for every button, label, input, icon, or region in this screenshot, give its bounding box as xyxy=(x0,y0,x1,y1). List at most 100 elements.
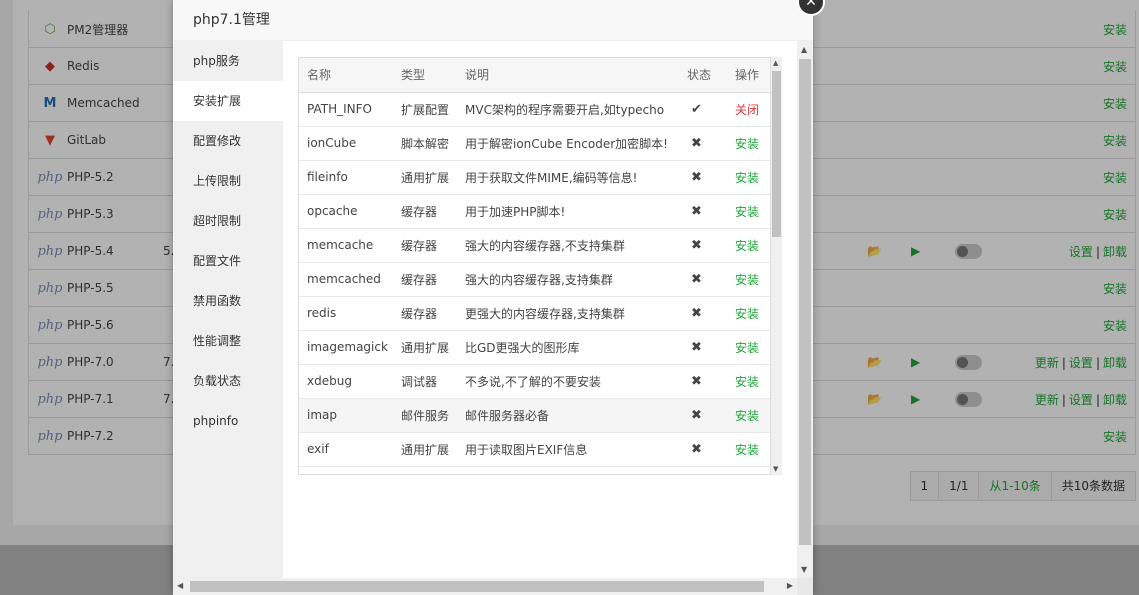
extension-description: 更强大的内容缓存器,支持集群 xyxy=(457,296,679,331)
extension-type: 通用扩展 xyxy=(393,160,457,195)
extension-description: 强大的内容缓存器,支持集群 xyxy=(457,262,679,297)
php-manager-modal: php7.1管理 php服务 安装扩展 配置修改 上传限制 超时限制 配置文件 禁用函数 性能… xyxy=(173,0,813,595)
table-row: imap 邮件服务 邮件服务器必备 ✖ 安装 xyxy=(299,398,770,433)
cross-icon: ✖ xyxy=(679,364,727,399)
modal-hscroll-thumb[interactable] xyxy=(190,581,764,592)
side-menu-item[interactable]: 配置文件 xyxy=(173,241,283,281)
extension-name: xdebug xyxy=(299,364,393,399)
column-header: 操作 xyxy=(727,58,770,93)
table-row: imagemagick 通用扩展 比GD更强大的图形库 ✖ 安装 xyxy=(299,330,770,365)
extension-description: 强大的内容缓存器,不支持集群 xyxy=(457,228,679,263)
scroll-left-arrow-icon[interactable]: ◀ xyxy=(177,581,183,590)
install-button[interactable]: 安装 xyxy=(727,126,770,161)
install-button[interactable]: 安装 xyxy=(727,432,770,467)
cross-icon: ✖ xyxy=(679,262,727,297)
extension-name: memcached xyxy=(299,262,393,297)
cross-icon: ✖ xyxy=(679,228,727,263)
side-menu-item[interactable]: 超时限制 xyxy=(173,201,283,241)
extension-type: 调试器 xyxy=(393,364,457,399)
cross-icon: ✖ xyxy=(679,330,727,365)
table-row: memcache 缓存器 强大的内容缓存器,不支持集群 ✖ 安装 xyxy=(299,228,770,263)
extension-description: 用于解密ionCube Encoder加密脚本! xyxy=(457,126,679,161)
extension-type: 脚本解密 xyxy=(393,126,457,161)
table-row: xdebug 调试器 不多说,不了解的不要安装 ✖ 安装 xyxy=(299,364,770,399)
modal-vertical-scrollbar[interactable]: ▲ ▼ xyxy=(797,41,813,578)
cross-icon: ✖ xyxy=(679,398,727,433)
install-button[interactable]: 安装 xyxy=(727,398,770,433)
column-header: 类型 xyxy=(393,58,457,93)
side-menu-item[interactable]: 上传限制 xyxy=(173,161,283,201)
install-button[interactable]: 安装 xyxy=(727,228,770,263)
extension-table: 名称 类型 说明 状态 操作 PATH_INFO 扩展配置 MVC架构的程序需要开启,如ty… xyxy=(299,58,770,467)
modal-title: php7.1管理 xyxy=(173,0,813,41)
modal-vscroll-thumb[interactable] xyxy=(799,59,811,545)
extension-description: 邮件服务器必备 xyxy=(457,398,679,433)
modal-side-menu: php服务 安装扩展 配置修改 上传限制 超时限制 配置文件 禁用函数 性能调整 负载状态 php… xyxy=(173,41,283,578)
extension-type: 缓存器 xyxy=(393,296,457,331)
scroll-down-arrow-icon[interactable]: ▼ xyxy=(801,565,807,574)
extension-name: opcache xyxy=(299,194,393,229)
close-extension-button[interactable]: 关闭 xyxy=(727,92,770,127)
column-header: 名称 xyxy=(299,58,393,93)
modal-horizontal-scrollbar[interactable]: ◀ ▶ xyxy=(173,578,797,595)
side-menu-item[interactable]: 负载状态 xyxy=(173,361,283,401)
table-body: PATH_INFO 扩展配置 MVC架构的程序需要开启,如typecho ✔ 关闭 ion… xyxy=(299,92,770,467)
table-row: opcache 缓存器 用于加速PHP脚本! ✖ 安装 xyxy=(299,194,770,229)
extension-type: 扩展配置 xyxy=(393,92,457,127)
extension-name: ionCube xyxy=(299,126,393,161)
extension-name: imagemagick xyxy=(299,330,393,365)
table-row: fileinfo 通用扩展 用于获取文件MIME,编码等信息! ✖ 安装 xyxy=(299,160,770,195)
install-button[interactable]: 安装 xyxy=(727,296,770,331)
scroll-down-arrow-icon[interactable]: ▼ xyxy=(773,465,778,473)
extension-type: 缓存器 xyxy=(393,228,457,263)
table-scrollbar[interactable]: ▲ ▼ xyxy=(771,57,782,475)
side-menu-item[interactable]: php服务 xyxy=(173,41,283,81)
side-menu-item[interactable]: 禁用函数 xyxy=(173,281,283,321)
side-menu-item[interactable]: phpinfo xyxy=(173,401,283,441)
table-row: memcached 缓存器 强大的内容缓存器,支持集群 ✖ 安装 xyxy=(299,262,770,297)
extension-description: 比GD更强大的图形库 xyxy=(457,330,679,365)
extension-type: 缓存器 xyxy=(393,262,457,297)
cross-icon: ✖ xyxy=(679,296,727,331)
install-button[interactable]: 安装 xyxy=(727,364,770,399)
table-scroll-thumb[interactable] xyxy=(772,71,781,237)
table-row: ionCube 脚本解密 用于解密ionCube Encoder加密脚本! ✖ 安装 xyxy=(299,126,770,161)
extension-name: redis xyxy=(299,296,393,331)
table-row: exif 通用扩展 用于读取图片EXIF信息 ✖ 安装 xyxy=(299,432,770,467)
extension-description: 用于加速PHP脚本! xyxy=(457,194,679,229)
side-menu-item[interactable]: 性能调整 xyxy=(173,321,283,361)
column-header: 状态 xyxy=(679,58,727,93)
column-header: 说明 xyxy=(457,58,679,93)
cross-icon: ✖ xyxy=(679,194,727,229)
extension-description: 用于获取文件MIME,编码等信息! xyxy=(457,160,679,195)
side-menu-item[interactable]: 安装扩展 xyxy=(173,81,283,121)
install-button[interactable]: 安装 xyxy=(727,262,770,297)
scrollbar-corner xyxy=(797,578,813,595)
extension-description: MVC架构的程序需要开启,如typecho xyxy=(457,92,679,127)
install-button[interactable]: 安装 xyxy=(727,194,770,229)
extension-table-wrap: 名称 类型 说明 状态 操作 PATH_INFO 扩展配置 MVC架构的程序需要开启,如ty… xyxy=(298,57,771,475)
cross-icon: ✖ xyxy=(679,126,727,161)
scroll-up-arrow-icon[interactable]: ▲ xyxy=(773,59,778,67)
extension-type: 通用扩展 xyxy=(393,330,457,365)
extension-name: imap xyxy=(299,398,393,433)
extension-type: 邮件服务 xyxy=(393,398,457,433)
extension-type: 通用扩展 xyxy=(393,432,457,467)
extension-name: exif xyxy=(299,432,393,467)
extension-name: fileinfo xyxy=(299,160,393,195)
scroll-right-arrow-icon[interactable]: ▶ xyxy=(787,581,793,590)
install-button[interactable]: 安装 xyxy=(727,330,770,365)
cross-icon: ✖ xyxy=(679,160,727,195)
extension-description: 用于读取图片EXIF信息 xyxy=(457,432,679,467)
extension-name: memcache xyxy=(299,228,393,263)
extension-description: 不多说,不了解的不要安装 xyxy=(457,364,679,399)
modal-content: 名称 类型 说明 状态 操作 PATH_INFO 扩展配置 MVC架构的程序需要开启,如ty… xyxy=(283,41,797,578)
cross-icon: ✖ xyxy=(679,432,727,467)
install-button[interactable]: 安装 xyxy=(727,160,770,195)
side-menu-item[interactable]: 配置修改 xyxy=(173,121,283,161)
check-icon: ✔ xyxy=(679,92,727,127)
table-header-row: 名称 类型 说明 状态 操作 xyxy=(299,58,770,93)
extension-type: 缓存器 xyxy=(393,194,457,229)
scroll-up-arrow-icon[interactable]: ▲ xyxy=(801,45,807,54)
extension-name: PATH_INFO xyxy=(299,92,393,127)
